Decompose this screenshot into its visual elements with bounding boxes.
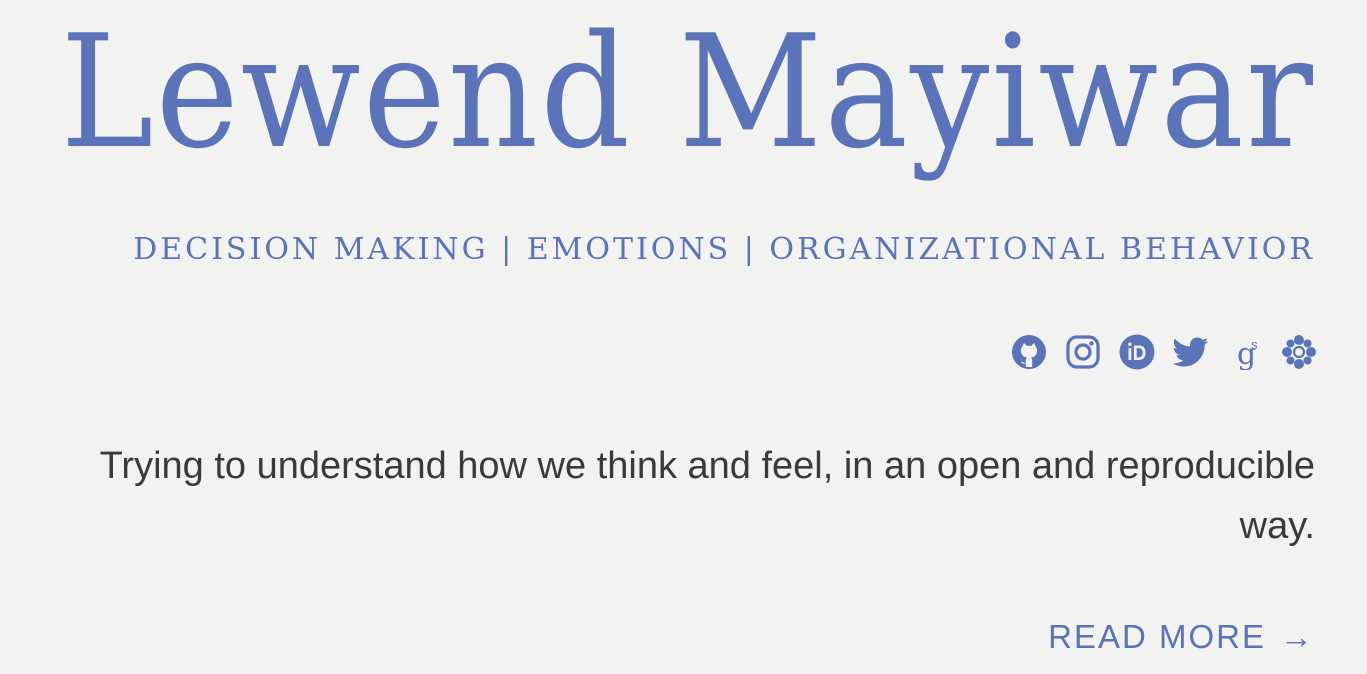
instagram-icon — [1066, 335, 1100, 369]
github-link[interactable] — [1011, 334, 1047, 370]
svg-text:s: s — [1251, 338, 1258, 353]
site-subtitle: DECISION MAKING | EMOTIONS | ORGANIZATIO… — [133, 232, 1315, 267]
orcid-link[interactable] — [1119, 334, 1155, 370]
tagline: Trying to understand how we think and fe… — [99, 445, 1315, 547]
twitter-icon — [1173, 337, 1209, 367]
read-more-link[interactable]: READ MORE → — [1048, 612, 1315, 662]
social-links: g s — [1011, 330, 1317, 374]
osf-link[interactable] — [1281, 334, 1317, 370]
osf-icon — [1282, 335, 1316, 369]
twitter-link[interactable] — [1173, 334, 1209, 370]
page: Lewend Mayiwar DECISION MAKING | EMOTION… — [0, 0, 1367, 674]
github-icon — [1012, 335, 1046, 369]
google-scholar-link[interactable]: g s — [1227, 334, 1263, 370]
site-title[interactable]: Lewend Mayiwar — [60, 2, 1315, 182]
google-scholar-icon: g s — [1237, 337, 1258, 370]
instagram-link[interactable] — [1065, 334, 1101, 370]
arrow-right-icon: → — [1280, 618, 1315, 655]
orcid-icon — [1119, 334, 1155, 370]
read-more-label: READ MORE — [1048, 618, 1266, 655]
